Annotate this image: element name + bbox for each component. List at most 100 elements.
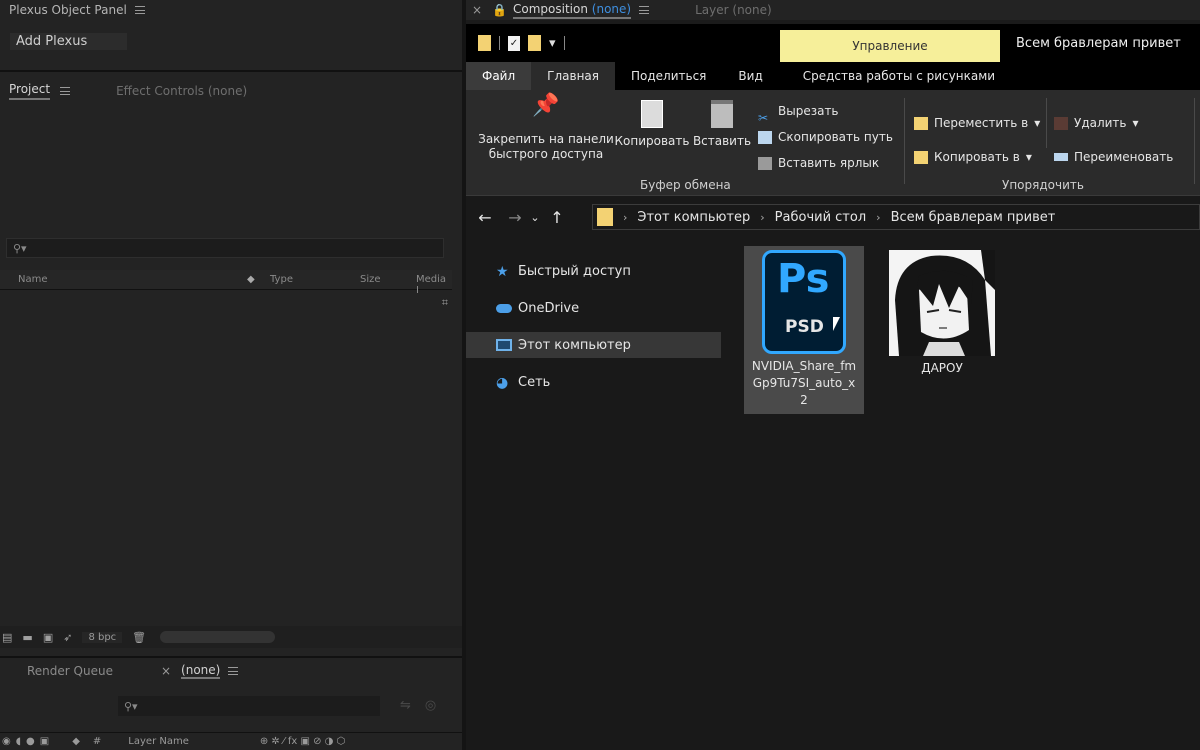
col-media[interactable]: Media I bbox=[416, 274, 452, 296]
copy-icon bbox=[641, 100, 663, 128]
graph-editor-icon[interactable]: ⇋ bbox=[400, 698, 425, 713]
col-type[interactable]: Type bbox=[270, 274, 293, 285]
tab-file[interactable]: Файл bbox=[466, 62, 532, 90]
file-name-line1: NVIDIA_Share_fm bbox=[751, 359, 857, 373]
motion-blur-icon[interactable]: ◎ bbox=[425, 698, 450, 713]
separator bbox=[563, 36, 565, 50]
manage-contextual-tab[interactable]: Управление bbox=[780, 30, 1000, 62]
add-plexus-button[interactable]: Add Plexus bbox=[10, 33, 127, 50]
timeline-tabs: Render Queue × (none) bbox=[0, 658, 462, 684]
close-icon[interactable]: × bbox=[472, 3, 482, 17]
tab-layer[interactable]: Layer (none) bbox=[695, 3, 772, 17]
composition-menu-icon[interactable] bbox=[639, 6, 650, 14]
photoshop-file-icon: Ps PSD bbox=[762, 250, 846, 354]
customize-qa-icon[interactable]: ▾ bbox=[549, 36, 556, 51]
new-folder-icon[interactable] bbox=[528, 35, 541, 51]
rename-label: Переименовать bbox=[1074, 150, 1174, 164]
folder-icon[interactable] bbox=[478, 35, 491, 51]
layer-number-col: # bbox=[92, 736, 102, 747]
project-footer-toolbar: ▤ ▬ ▣ ➶ 8 bpc 🗑 bbox=[0, 626, 462, 648]
search-icon: ⚲▾ bbox=[13, 241, 27, 255]
delete-label: Удалить bbox=[1074, 116, 1127, 130]
interpret-footage-icon[interactable]: ▤ bbox=[2, 631, 12, 644]
tab-view[interactable]: Вид bbox=[722, 62, 778, 90]
new-composition-icon[interactable]: ▣ bbox=[43, 631, 53, 644]
panel-menu-icon[interactable] bbox=[134, 6, 145, 14]
label-tag-icon[interactable]: ◆ bbox=[247, 274, 255, 285]
file-item-image[interactable]: ДАРОУ bbox=[882, 250, 1002, 380]
tab-project[interactable]: Project bbox=[9, 82, 51, 100]
explorer-titlebar: ✓ ▾ Управление Всем бравлерам привет bbox=[466, 24, 1200, 62]
paste-shortcut-button[interactable]: Вставить ярлык bbox=[758, 150, 893, 176]
properties-icon[interactable]: ✓ bbox=[508, 35, 520, 51]
sidebar-item-network[interactable]: ◕ Сеть bbox=[466, 369, 721, 395]
navigation-pane: ★ Быстрый доступ OneDrive Этот компьютер… bbox=[466, 254, 724, 750]
pin-label-line2: быстрого доступа bbox=[488, 147, 604, 161]
tab-composition[interactable]: Composition (none) bbox=[513, 2, 632, 19]
switches-icons[interactable]: ⊕ ✲ ⁄ fx ▣ ⊘ ◑ ⬡ bbox=[260, 736, 345, 747]
breadcrumb-folder[interactable]: Всем бравлерам привет bbox=[891, 210, 1056, 225]
rocket-icon[interactable]: ➶ bbox=[63, 631, 72, 644]
move-to-button[interactable]: Переместить в ▾ bbox=[914, 106, 1040, 140]
col-name[interactable]: Name bbox=[18, 274, 48, 285]
breadcrumb-desktop[interactable]: Рабочий стол bbox=[775, 210, 866, 225]
label-tag-icon[interactable]: ◆ bbox=[72, 736, 80, 747]
ps-icon-text: Ps bbox=[777, 256, 830, 302]
paste-label: Вставить bbox=[692, 134, 752, 148]
audio-icon[interactable]: ◖ bbox=[16, 736, 21, 747]
cut-button[interactable]: ✂ Вырезать bbox=[758, 98, 893, 125]
footer-scrollbar[interactable] bbox=[160, 631, 276, 643]
lock-icon[interactable]: 🔒 bbox=[492, 3, 507, 17]
close-icon[interactable]: × bbox=[161, 664, 171, 678]
sidebar-item-label: Быстрый доступ bbox=[518, 263, 631, 279]
copy-path-button[interactable]: Скопировать путь bbox=[758, 124, 893, 150]
delete-button[interactable]: Удалить ▾ bbox=[1054, 106, 1173, 140]
mouse-cursor-icon bbox=[833, 317, 840, 331]
sidebar-item-onedrive[interactable]: OneDrive bbox=[466, 295, 721, 321]
sidebar-item-quick-access[interactable]: ★ Быстрый доступ bbox=[466, 258, 721, 284]
breadcrumb-this-pc[interactable]: Этот компьютер bbox=[637, 210, 750, 225]
tab-effect-controls[interactable]: Effect Controls (none) bbox=[116, 84, 247, 98]
plexus-panel-title: Plexus Object Panel bbox=[9, 3, 127, 17]
file-item-psd[interactable]: Ps PSD NVIDIA_Share_fm Gp9Tu7SI_auto_x 2 bbox=[744, 246, 864, 414]
paste-button[interactable]: Вставить bbox=[692, 100, 752, 149]
address-bar[interactable]: › Этот компьютер › Рабочий стол › Всем б… bbox=[592, 204, 1200, 230]
pin-label-line1: Закрепить на панели bbox=[478, 132, 614, 146]
plexus-panel-header: Plexus Object Panel bbox=[0, 0, 462, 20]
copy-button[interactable]: Копировать bbox=[614, 100, 690, 149]
solo-icon[interactable]: ● bbox=[26, 736, 35, 747]
new-folder-icon[interactable]: ▬ bbox=[22, 631, 32, 644]
ae-left-dock: Plexus Object Panel Add Plexus Project E… bbox=[0, 0, 462, 750]
copy-to-button[interactable]: Копировать в ▾ bbox=[914, 140, 1040, 174]
timeline-search-input[interactable]: ⚲▾ bbox=[118, 696, 380, 716]
project-search-input[interactable]: ⚲▾ bbox=[6, 238, 444, 258]
flowchart-icon[interactable]: ⌗ bbox=[442, 296, 448, 310]
visibility-icon[interactable]: ◉ bbox=[2, 736, 11, 747]
col-size[interactable]: Size bbox=[360, 274, 381, 285]
tab-render-queue[interactable]: Render Queue bbox=[27, 664, 113, 678]
trash-icon[interactable]: 🗑 bbox=[132, 631, 146, 644]
recent-locations-icon[interactable]: ⌄ bbox=[528, 211, 542, 224]
separator bbox=[499, 36, 500, 50]
bit-depth-button[interactable]: 8 bpc bbox=[82, 631, 123, 643]
timeline-menu-icon[interactable] bbox=[228, 667, 239, 675]
layer-name-col[interactable]: Layer Name bbox=[128, 736, 189, 747]
tab-picture-tools[interactable]: Средства работы с рисунками bbox=[786, 62, 1012, 90]
back-arrow-icon[interactable]: ← bbox=[474, 208, 496, 227]
file-name: ДАРОУ bbox=[921, 361, 963, 375]
tab-home[interactable]: Главная bbox=[531, 62, 615, 90]
tab-timeline-none[interactable]: (none) bbox=[181, 663, 221, 679]
lock-icon[interactable]: ▣ bbox=[40, 736, 49, 747]
timeline-column-header: ◉ ◖ ● ▣ ◆ # Layer Name ⊕ ✲ ⁄ fx ▣ ⊘ ◑ ⬡ bbox=[0, 732, 462, 750]
cloud-icon bbox=[496, 303, 512, 313]
pin-quick-access-button[interactable]: 📌 Закрепить на панели быстрого доступа bbox=[474, 95, 618, 162]
star-icon: ★ bbox=[496, 264, 509, 280]
image-thumbnail bbox=[889, 250, 995, 356]
project-menu-icon[interactable] bbox=[60, 87, 71, 95]
psd-icon-text: PSD bbox=[785, 317, 824, 337]
rename-button[interactable]: Переименовать bbox=[1054, 140, 1173, 174]
tab-share[interactable]: Поделиться bbox=[615, 62, 722, 90]
sidebar-item-this-pc[interactable]: Этот компьютер bbox=[466, 332, 721, 358]
forward-arrow-icon[interactable]: → bbox=[504, 208, 526, 227]
up-arrow-icon[interactable]: ↑ bbox=[546, 208, 568, 227]
